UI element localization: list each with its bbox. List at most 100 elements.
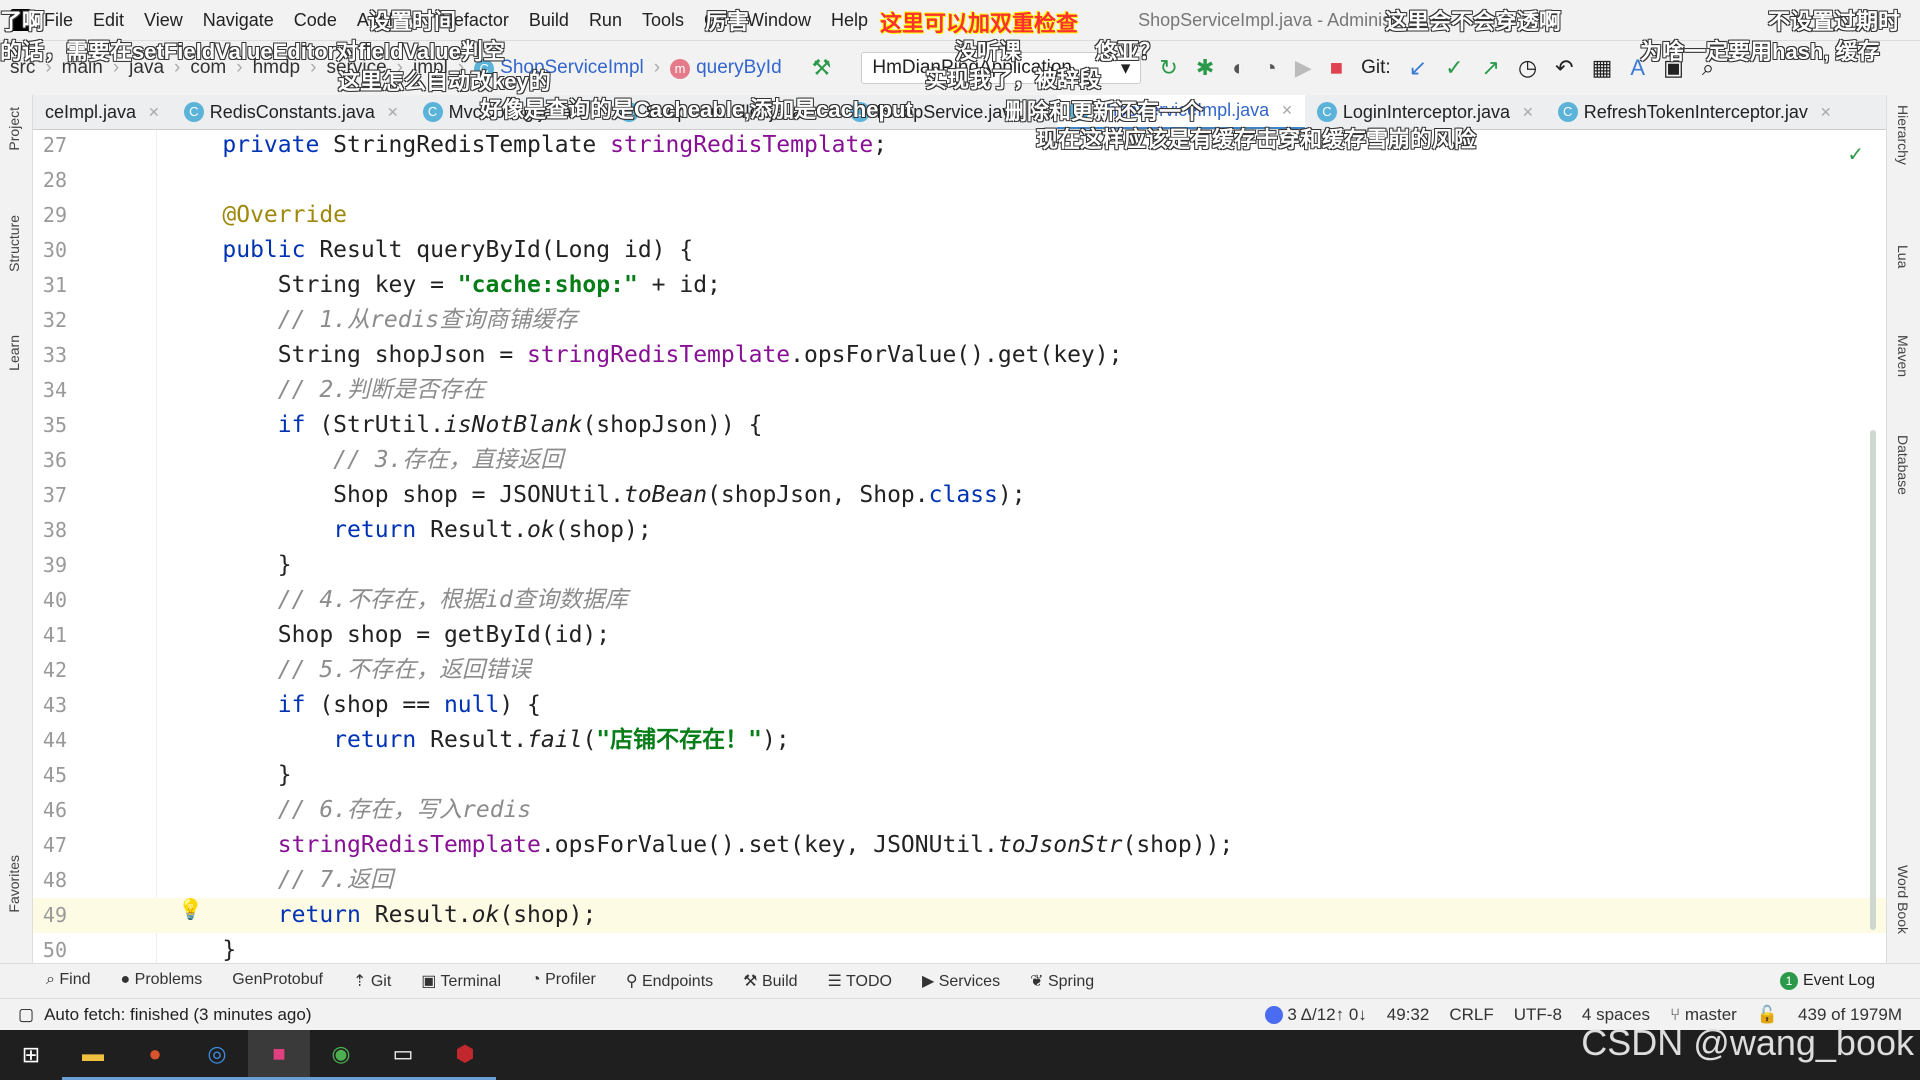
tab-refreshtokeninterceptor-jav[interactable]: C RefreshTokenInterceptor.jav ✕ — [1546, 95, 1844, 129]
tool-structure[interactable]: Structure — [6, 215, 22, 272]
code-text: // 3.存在，直接返回 — [167, 443, 563, 478]
danmaku-comment: 了啊 — [0, 9, 45, 34]
tool-build[interactable]: ⚒ Build — [743, 971, 797, 991]
terminal-icon[interactable]: ▭ — [372, 1030, 434, 1080]
menu-navigate[interactable]: Navigate — [203, 10, 274, 30]
code-token: StringRedisTemplate — [333, 132, 611, 158]
tool-spring[interactable]: ❦ Spring — [1030, 971, 1094, 991]
powerpoint-icon[interactable]: ● — [124, 1030, 186, 1080]
tab-label: RefreshTokenInterceptor.jav — [1583, 101, 1808, 122]
close-tab-icon[interactable]: ✕ — [148, 104, 160, 121]
redis-icon[interactable]: ⬢ — [434, 1030, 496, 1080]
editor-scrollbar[interactable] — [1870, 430, 1876, 930]
intention-bulb-icon[interactable]: 💡 — [178, 897, 203, 922]
chrome-icon[interactable]: ◉ — [310, 1030, 372, 1080]
close-tab-icon[interactable]: ✕ — [387, 104, 399, 121]
run-icon[interactable]: ▶ — [1295, 55, 1312, 81]
rerun-icon[interactable]: ↻ — [1159, 55, 1177, 81]
danmaku-comment: 这里会不会穿透啊 — [1385, 9, 1562, 34]
menu-file[interactable]: File — [44, 10, 73, 30]
debug-icon[interactable]: ✱ — [1196, 55, 1214, 81]
tool-learn[interactable]: Learn — [6, 335, 22, 371]
code-token: Shop shop = JSONUtil. — [167, 482, 624, 508]
tool-project[interactable]: Project — [6, 107, 22, 151]
menu-edit[interactable]: Edit — [93, 10, 124, 30]
code-comment: // 3.存在，直接返回 — [333, 447, 564, 473]
code-token: Result. — [374, 902, 472, 928]
event-log-label: Event Log — [1802, 972, 1875, 989]
menu-window[interactable]: Window — [747, 10, 811, 30]
stop-icon[interactable]: ■ — [1330, 55, 1343, 81]
git-label: Git: — [1361, 57, 1391, 78]
code-line: 32 // 1.从redis查询商铺缓存 — [33, 303, 1886, 338]
tool-label: TODO — [846, 973, 892, 990]
close-tab-icon[interactable]: ✕ — [1522, 104, 1534, 121]
danmaku-comment: 现在这样应该是有缓存击穿和缓存雪崩的风险 — [1036, 127, 1477, 152]
profile-icon[interactable]: ◔ — [1264, 55, 1277, 81]
danmaku-comment: 实现我了，被辞段 — [925, 67, 1102, 92]
menu-tools[interactable]: Tools — [642, 10, 684, 30]
tool-endpoints[interactable]: ⚲ Endpoints — [626, 971, 713, 991]
menu-help[interactable]: Help — [831, 10, 868, 30]
git-changes[interactable]: 3 Δ/12↑ 0↓ — [1265, 1005, 1367, 1025]
menu-run[interactable]: Run — [589, 10, 622, 30]
project-structure-icon[interactable]: ▦ — [1592, 55, 1613, 81]
tab-redisconstants-java[interactable]: C RedisConstants.java ✕ — [172, 95, 411, 129]
code-editor[interactable]: 27 private StringRedisTemplate stringRed… — [33, 130, 1886, 963]
line-separator[interactable]: CRLF — [1449, 1005, 1493, 1025]
app-icon[interactable]: ◎ — [186, 1030, 248, 1080]
menu-code[interactable]: Code — [294, 10, 337, 30]
tool-services[interactable]: ▶ Services — [922, 971, 1000, 991]
build-icon: ⚒ — [743, 973, 762, 990]
file-encoding[interactable]: UTF-8 — [1514, 1005, 1562, 1025]
code-token: .opsForValue().get(key); — [790, 342, 1123, 368]
line-number: 47 — [42, 833, 67, 857]
line-number: 34 — [42, 378, 67, 402]
tool-hierarchy[interactable]: Hierarchy — [1895, 105, 1911, 165]
tool-git[interactable]: ⇡ Git — [353, 971, 391, 991]
code-text: // 6.存在，写入redis — [167, 793, 531, 828]
git-push-icon[interactable]: ↗ — [1482, 55, 1500, 81]
tool-terminal[interactable]: ▣ Terminal — [421, 971, 501, 991]
coverage-icon[interactable]: ◐ — [1232, 55, 1245, 81]
code-token: toBean — [623, 482, 708, 508]
code-keyword: if — [277, 692, 320, 718]
line-number: 28 — [42, 168, 67, 192]
event-log-button[interactable]: 1 Event Log — [1779, 972, 1875, 990]
breadcrumb-method[interactable]: m queryById — [670, 57, 782, 79]
tool-lua[interactable]: Lua — [1895, 245, 1911, 268]
tool-find[interactable]: ⌕ Find — [46, 971, 91, 991]
danmaku-comment: 悠亚？ — [1095, 39, 1162, 64]
close-tab-icon[interactable]: ✕ — [1281, 102, 1293, 119]
close-tab-icon[interactable]: ✕ — [1820, 104, 1832, 121]
status-toggle-icon[interactable]: ▢ — [18, 1005, 34, 1025]
tool-problems[interactable]: ● Problems — [121, 971, 203, 991]
git-commit-icon[interactable]: ✓ — [1445, 55, 1463, 81]
tool-todo[interactable]: ☰ TODO — [828, 971, 892, 991]
tool-profiler[interactable]: ◔ Profiler — [531, 971, 596, 991]
history-icon[interactable]: ◷ — [1518, 55, 1537, 81]
code-keyword: private — [222, 132, 334, 158]
tool-favorites[interactable]: Favorites — [6, 855, 22, 913]
line-number: 49 — [42, 903, 67, 927]
code-line: 27 private StringRedisTemplate stringRed… — [33, 130, 1886, 163]
code-text: public Result queryById(Long id) { — [167, 233, 693, 268]
code-line: 28 — [33, 163, 1886, 198]
file-explorer-icon[interactable]: ▬ — [62, 1030, 124, 1080]
tool-database[interactable]: Database — [1895, 435, 1911, 495]
git-update-icon[interactable]: ↙ — [1409, 55, 1427, 81]
tool-maven[interactable]: Maven — [1895, 335, 1911, 377]
start-menu-icon[interactable]: ⊞ — [0, 1030, 62, 1080]
caret-position[interactable]: 49:32 — [1387, 1005, 1430, 1025]
rollback-icon[interactable]: ↶ — [1555, 55, 1573, 81]
intellij-taskbar-icon[interactable]: ■ — [248, 1030, 310, 1080]
menu-build[interactable]: Build — [529, 10, 569, 30]
tab-ceimpl-java[interactable]: ceImpl.java ✕ — [33, 95, 172, 129]
tool-word-book[interactable]: Word Book — [1895, 865, 1911, 934]
tool-genprotobuf[interactable]: GenProtobuf — [232, 971, 323, 991]
menu-view[interactable]: View — [144, 10, 183, 30]
build-hammer-icon[interactable]: ⚒ — [812, 55, 832, 81]
